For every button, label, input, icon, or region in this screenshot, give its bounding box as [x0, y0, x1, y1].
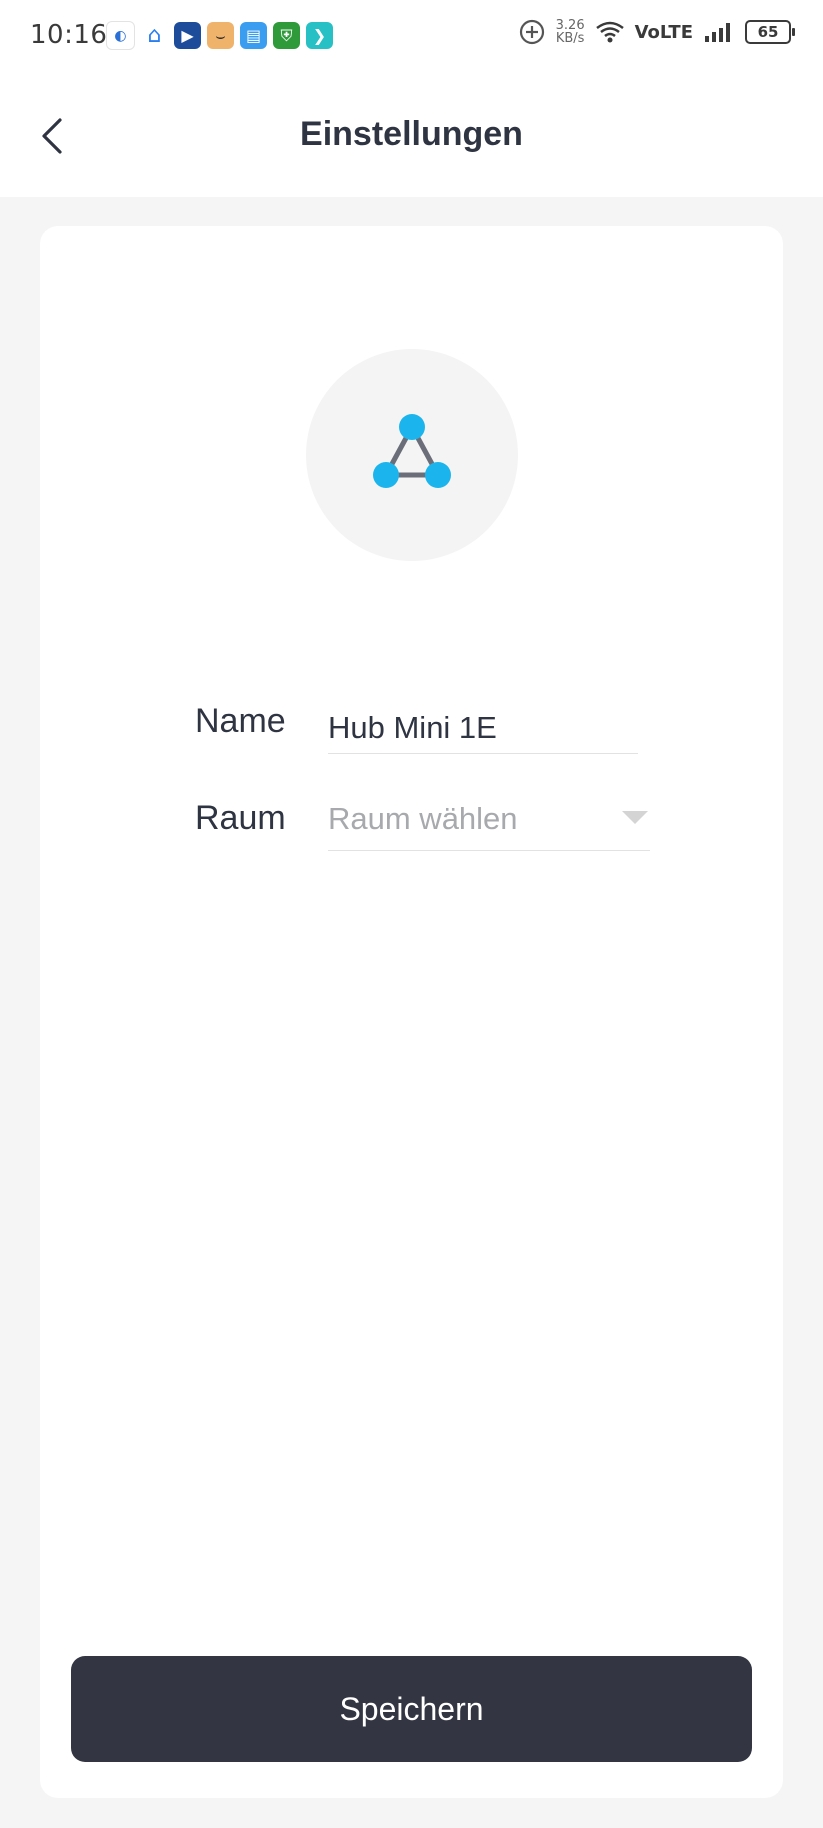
status-indicators: 3.26 KB/s VoLTE 65 — [518, 18, 795, 46]
name-field[interactable] — [328, 688, 638, 754]
status-bar: 10:16 ◐ ⌂ ▶ ⌣ ▤ ⛨ ❯ 3.26 KB/s VoLTE 65 — [0, 0, 823, 72]
wifi-icon — [595, 21, 624, 43]
hub-network-icon — [373, 414, 451, 488]
battery-level: 65 — [757, 23, 779, 41]
network-speed: 3.26 KB/s — [556, 19, 585, 45]
room-placeholder: Raum wählen — [328, 801, 518, 836]
video-icon: ▶ — [174, 22, 201, 49]
settings-card: Name Raum Raum wählen Speichern — [40, 226, 783, 1798]
network-type: VoLTE — [634, 21, 693, 43]
amazon-icon: ⌣ — [207, 22, 234, 49]
name-row: Name — [40, 688, 783, 758]
app-header: Einstellungen — [0, 72, 823, 197]
status-time: 10:16 — [30, 20, 108, 50]
home-icon: ⌂ — [147, 23, 162, 48]
clipboard-icon: ▤ — [240, 22, 267, 49]
data-saver-icon — [519, 19, 544, 45]
room-label: Raum — [195, 799, 286, 837]
chevron-down-icon — [622, 811, 648, 824]
signal-icon — [705, 23, 730, 42]
browser-icon: ◐ — [106, 21, 135, 50]
notification-icons: ◐ ⌂ ▶ ⌣ ▤ ⛨ ❯ — [106, 21, 333, 50]
room-row: Raum Raum wählen — [40, 785, 783, 855]
shield-icon: ⛨ — [273, 22, 300, 49]
app-icon: ❯ — [306, 22, 333, 49]
speed-unit: KB/s — [555, 31, 585, 46]
device-icon-container — [306, 349, 518, 561]
name-label: Name — [195, 702, 286, 740]
battery-icon: 65 — [745, 20, 795, 44]
page-title: Einstellungen — [300, 115, 523, 153]
save-button[interactable]: Speichern — [71, 1656, 752, 1762]
room-select[interactable]: Raum wählen — [328, 785, 650, 851]
